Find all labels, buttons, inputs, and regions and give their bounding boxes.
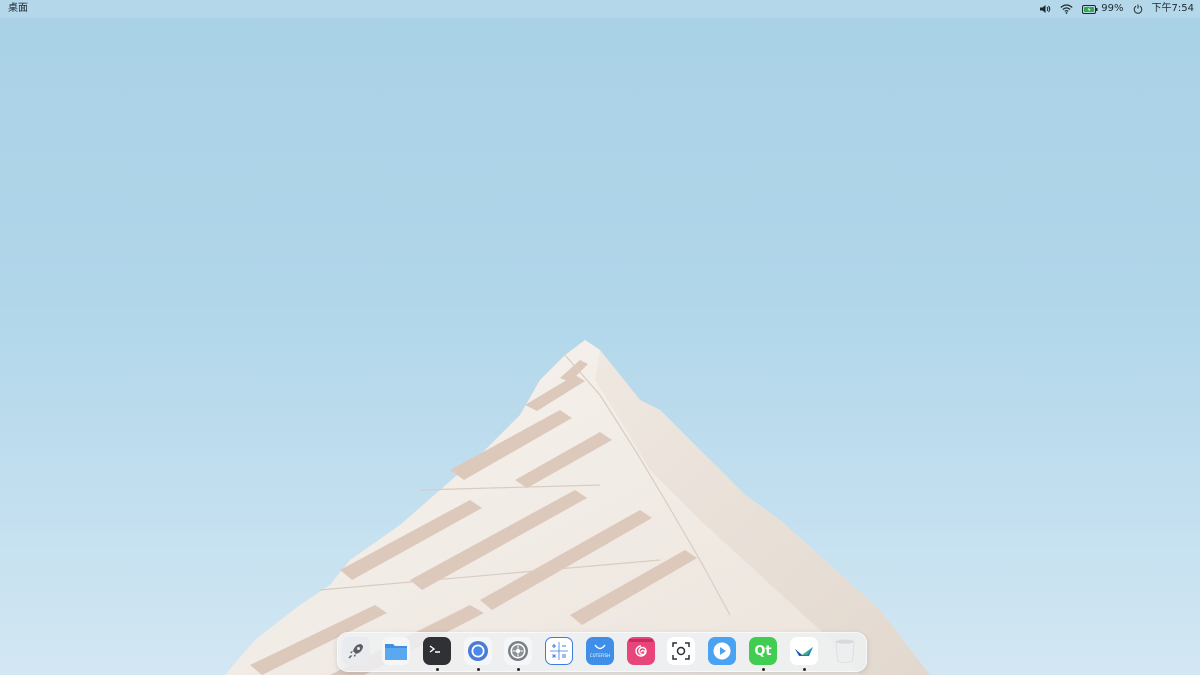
wallpaper-image: [225, 340, 930, 675]
battery-percent: 99%: [1101, 3, 1124, 14]
screenshot-icon[interactable]: [667, 637, 695, 665]
store-label: CUTEFISH: [589, 652, 611, 658]
system-tray: 99% 下午7:54: [1039, 0, 1194, 18]
gear-icon[interactable]: [504, 637, 532, 665]
power-icon[interactable]: [1133, 4, 1143, 14]
battery-icon: [1082, 4, 1098, 14]
calculator-icon[interactable]: [545, 637, 573, 665]
browser-running-indicator: [477, 668, 480, 671]
bird-icon[interactable]: [790, 637, 818, 665]
debian-icon[interactable]: [627, 637, 655, 665]
trash-icon[interactable]: [831, 637, 859, 665]
qt-icon[interactable]: Qt: [749, 637, 777, 665]
dock: CUTEFISH Qt: [337, 632, 867, 672]
qt-label: Qt: [754, 643, 772, 659]
folder-icon[interactable]: [382, 637, 410, 665]
launcher-icon[interactable]: [342, 637, 370, 665]
play-icon[interactable]: [708, 637, 736, 665]
store-icon[interactable]: CUTEFISH: [586, 637, 614, 665]
terminal-running-indicator: [436, 668, 439, 671]
battery-indicator[interactable]: 99%: [1082, 2, 1124, 16]
top-panel: 桌面 99% 下午7:54: [0, 0, 1200, 18]
desktop[interactable]: 桌面 99% 下午7:54 CUTEFISH Qt: [0, 0, 1200, 675]
terminal-icon[interactable]: [423, 637, 451, 665]
qt-running-indicator: [762, 668, 765, 671]
chromium-icon[interactable]: [464, 637, 492, 665]
wifi-icon[interactable]: [1060, 4, 1073, 14]
active-app-name[interactable]: 桌面: [8, 2, 28, 16]
clock[interactable]: 下午7:54: [1152, 2, 1194, 16]
bird-app-running-indicator: [803, 668, 806, 671]
volume-icon[interactable]: [1039, 4, 1051, 14]
settings-running-indicator: [517, 668, 520, 671]
